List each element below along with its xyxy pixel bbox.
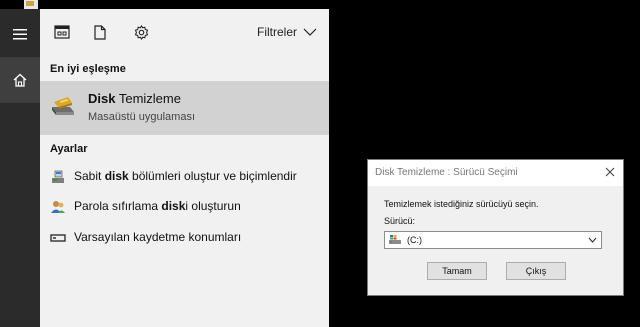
settings-item-label: Sabit disk bölümleri oluştur ve biçimlen… xyxy=(74,169,297,183)
hard-drive-icon xyxy=(389,235,401,244)
ok-button[interactable]: Tamam xyxy=(427,262,487,280)
document-icon xyxy=(94,24,106,40)
drive-select[interactable]: (C:) xyxy=(384,231,602,249)
settings-item-create-format-partitions[interactable]: Sabit disk bölümleri oluştur ve biçimlen… xyxy=(40,163,329,191)
disk-management-icon xyxy=(50,169,66,185)
settings-filter-button[interactable] xyxy=(131,22,151,42)
close-button[interactable] xyxy=(603,165,617,179)
best-match-heading: En iyi eşleşme xyxy=(50,63,126,75)
settings-item-default-save-locations[interactable]: Varsayılan kaydetme konumları xyxy=(40,224,329,252)
dialog-instruction: Temizlemek istediğiniz sürücüyü seçin. xyxy=(384,199,539,209)
menu-button[interactable] xyxy=(0,11,40,57)
settings-heading: Ayarlar xyxy=(50,143,88,155)
filters-label: Filtreler xyxy=(256,25,297,39)
chevron-down-icon xyxy=(588,237,597,243)
drive-selection-dialog: Disk Temizleme : Sürücü Seçimi Temizleme… xyxy=(367,159,624,296)
home-button[interactable] xyxy=(0,57,40,103)
dialog-title: Disk Temizleme : Sürücü Seçimi xyxy=(375,167,518,178)
search-filter-bar: Filtreler xyxy=(40,9,329,55)
apps-icon xyxy=(54,25,70,39)
close-icon xyxy=(605,167,615,177)
settings-gear-icon xyxy=(134,24,148,40)
start-rail xyxy=(0,9,40,327)
settings-item-label: Parola sıfırlama diski oluşturun xyxy=(74,199,241,213)
settings-item-label: Varsayılan kaydetme konumları xyxy=(74,230,242,244)
best-match-name: Disk Temizleme xyxy=(88,91,181,106)
best-match-item[interactable]: Disk Temizleme Masaüstü uygulaması xyxy=(40,81,329,135)
documents-filter-button[interactable] xyxy=(90,22,110,42)
home-icon xyxy=(13,73,27,87)
drive-icon xyxy=(50,230,66,246)
hamburger-icon xyxy=(13,28,27,39)
filters-dropdown[interactable]: Filtreler xyxy=(257,22,317,42)
search-results-panel: Filtreler En iyi eşleşme Disk Temizleme … xyxy=(40,9,329,327)
drive-label: Sürücü: xyxy=(384,216,416,226)
exit-button[interactable]: Çıkış xyxy=(506,262,566,280)
drive-select-value: (C:) xyxy=(407,235,422,245)
desktop-shortcut-icon[interactable] xyxy=(24,0,38,9)
apps-filter-button[interactable] xyxy=(52,22,72,42)
users-icon xyxy=(50,199,66,215)
chevron-down-icon xyxy=(303,28,317,36)
settings-item-password-reset-disk[interactable]: Parola sıfırlama diski oluşturun xyxy=(40,193,329,221)
disk-cleanup-icon xyxy=(52,97,74,115)
dialog-titlebar[interactable]: Disk Temizleme : Sürücü Seçimi xyxy=(368,160,623,186)
best-match-subtitle: Masaüstü uygulaması xyxy=(88,111,195,123)
